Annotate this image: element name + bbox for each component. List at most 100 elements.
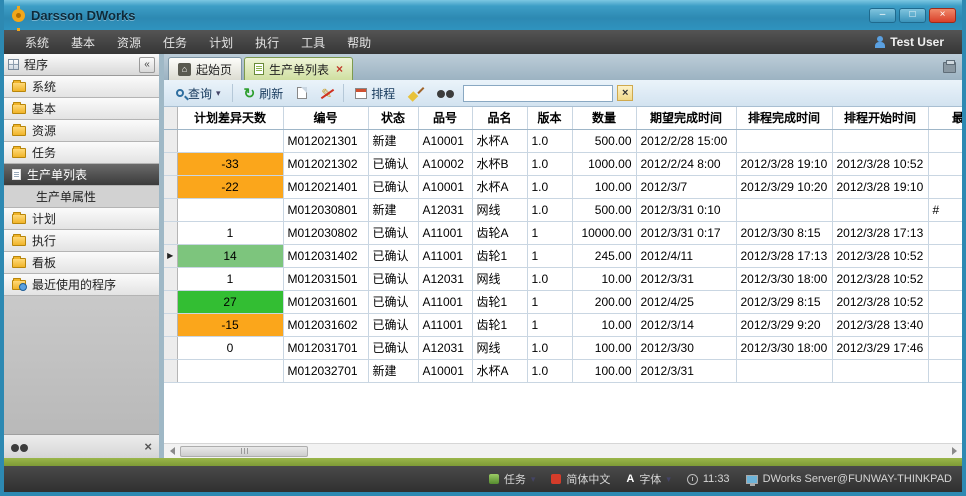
cell-item-name[interactable]: 齿轮1 [472, 290, 527, 313]
close-icon[interactable]: × [144, 439, 152, 454]
cell-plan-diff-days[interactable] [177, 359, 283, 382]
cell-status[interactable]: 新建 [368, 359, 418, 382]
cell-item-name[interactable]: 网线 [472, 336, 527, 359]
cell-plan-diff-days[interactable]: 27 [177, 290, 283, 313]
cell-order-no[interactable]: M012030802 [283, 221, 368, 244]
table-row[interactable]: 27M012031601已确认A11001齿轮11200.002012/4/25… [164, 290, 962, 313]
cell-partial[interactable] [928, 313, 962, 336]
cell-sched-finish-time[interactable]: 2012/3/30 8:15 [736, 221, 832, 244]
cell-sched-start-time[interactable] [832, 359, 928, 382]
sidebar-item-recent-programs[interactable]: 最近使用的程序 [4, 274, 159, 296]
cell-order-no[interactable]: M012021401 [283, 175, 368, 198]
header-partial[interactable]: 最 [928, 107, 962, 129]
status-task[interactable]: 任务 ▾ [489, 471, 536, 487]
sidebar-item-execute[interactable]: 执行 [4, 230, 159, 252]
cell-partial[interactable] [928, 221, 962, 244]
cell-plan-diff-days[interactable] [177, 129, 283, 152]
table-row[interactable]: -15M012031602已确认A11001齿轮1110.002012/3/14… [164, 313, 962, 336]
row-selector[interactable] [164, 267, 177, 290]
cell-item-name[interactable]: 齿轮1 [472, 244, 527, 267]
cell-expected-finish-time[interactable]: 2012/3/31 0:10 [636, 198, 736, 221]
table-row[interactable]: -22M012021401已确认A10001水杯A1.0100.002012/3… [164, 175, 962, 198]
cell-order-no[interactable]: M012031402 [283, 244, 368, 267]
sidebar-collapse-button[interactable]: « [139, 57, 155, 73]
cell-sched-start-time[interactable] [832, 129, 928, 152]
header-item-name[interactable]: 品名 [472, 107, 527, 129]
scroll-right-arrow[interactable] [946, 444, 962, 458]
cell-order-no[interactable]: M012031602 [283, 313, 368, 336]
cell-item-name[interactable]: 网线 [472, 267, 527, 290]
cell-partial[interactable] [928, 290, 962, 313]
row-selector-active[interactable]: ▶ [164, 244, 177, 267]
cell-status[interactable]: 已确认 [368, 290, 418, 313]
sidebar-item-resource[interactable]: 资源 [4, 120, 159, 142]
cell-order-no[interactable]: M012031601 [283, 290, 368, 313]
header-order-no[interactable]: 编号 [283, 107, 368, 129]
cell-quantity[interactable]: 100.00 [572, 336, 636, 359]
cell-plan-diff-days[interactable]: -22 [177, 175, 283, 198]
header-expected-finish-time[interactable]: 期望完成时间 [636, 107, 736, 129]
cell-quantity[interactable]: 200.00 [572, 290, 636, 313]
maximize-button[interactable]: □ [899, 8, 926, 23]
sidebar-item-production-order-props[interactable]: 生产单属性 [4, 186, 159, 208]
header-plan-diff-days[interactable]: 计划差异天数 [177, 107, 283, 129]
cell-version[interactable]: 1.0 [527, 267, 572, 290]
cell-item-name[interactable]: 水杯A [472, 129, 527, 152]
cell-expected-finish-time[interactable]: 2012/4/11 [636, 244, 736, 267]
cell-order-no[interactable]: M012031701 [283, 336, 368, 359]
cell-plan-diff-days[interactable]: -15 [177, 313, 283, 336]
cell-partial[interactable] [928, 129, 962, 152]
cell-item-no[interactable]: A10001 [418, 175, 472, 198]
menu-basic[interactable]: 基本 [60, 31, 106, 54]
cell-plan-diff-days[interactable]: 1 [177, 221, 283, 244]
cell-partial[interactable] [928, 175, 962, 198]
cell-item-no[interactable]: A12031 [418, 198, 472, 221]
menu-tools[interactable]: 工具 [290, 31, 336, 54]
cell-plan-diff-days[interactable]: 1 [177, 267, 283, 290]
table-row[interactable]: -33M012021302已确认A10002水杯B1.01000.002012/… [164, 152, 962, 175]
row-selector[interactable] [164, 129, 177, 152]
close-button[interactable]: × [929, 8, 956, 23]
schedule-button[interactable]: 排程 [350, 83, 400, 104]
row-selector[interactable] [164, 359, 177, 382]
cell-item-no[interactable]: A12031 [418, 336, 472, 359]
table-row[interactable]: M012021301新建A10001水杯A1.0500.002012/2/28 … [164, 129, 962, 152]
cell-quantity[interactable]: 245.00 [572, 244, 636, 267]
tab-production-order-list[interactable]: 生产单列表 × [244, 57, 353, 80]
sidebar-item-plan[interactable]: 计划 [4, 208, 159, 230]
table-row[interactable]: ▶14M012031402已确认A11001齿轮11245.002012/4/1… [164, 244, 962, 267]
cell-order-no[interactable]: M012021301 [283, 129, 368, 152]
header-sched-start-time[interactable]: 排程开始时间 [832, 107, 928, 129]
cell-sched-finish-time[interactable]: 2012/3/30 18:00 [736, 336, 832, 359]
menu-task[interactable]: 任务 [152, 31, 198, 54]
cell-sched-start-time[interactable]: 2012/3/28 10:52 [832, 290, 928, 313]
row-selector[interactable] [164, 221, 177, 244]
scrollbar-thumb[interactable] [180, 446, 308, 457]
cell-item-no[interactable]: A11001 [418, 313, 472, 336]
sidebar-search-bar[interactable]: × [4, 434, 159, 458]
cell-quantity[interactable]: 500.00 [572, 129, 636, 152]
refresh-button[interactable]: ↻ 刷新 [239, 83, 289, 104]
table-row[interactable]: M012032701新建A10001水杯A1.0100.002012/3/31 [164, 359, 962, 382]
cell-item-no[interactable]: A11001 [418, 221, 472, 244]
tab-home[interactable]: ⌂ 起始页 [168, 57, 242, 80]
cell-item-no[interactable]: A12031 [418, 267, 472, 290]
cell-quantity[interactable]: 500.00 [572, 198, 636, 221]
cell-expected-finish-time[interactable]: 2012/3/31 [636, 359, 736, 382]
cell-sched-finish-time[interactable]: 2012/3/28 19:10 [736, 152, 832, 175]
cell-sched-finish-time[interactable] [736, 359, 832, 382]
cell-plan-diff-days[interactable]: -33 [177, 152, 283, 175]
row-selector[interactable] [164, 290, 177, 313]
menu-plan[interactable]: 计划 [198, 31, 244, 54]
cell-status[interactable]: 新建 [368, 198, 418, 221]
cell-version[interactable]: 1.0 [527, 152, 572, 175]
search-input[interactable] [463, 85, 613, 102]
cell-partial[interactable]: # [928, 198, 962, 221]
cell-status[interactable]: 已确认 [368, 313, 418, 336]
menu-resource[interactable]: 资源 [106, 31, 152, 54]
close-tab-icon[interactable]: × [336, 62, 343, 76]
cell-sched-start-time[interactable]: 2012/3/28 19:10 [832, 175, 928, 198]
cell-partial[interactable] [928, 244, 962, 267]
cell-order-no[interactable]: M012021302 [283, 152, 368, 175]
cell-quantity[interactable]: 1000.00 [572, 152, 636, 175]
